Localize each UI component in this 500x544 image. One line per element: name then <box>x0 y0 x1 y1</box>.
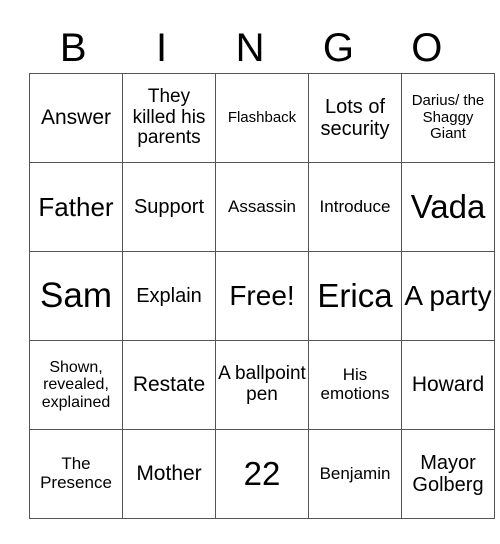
bingo-cell[interactable]: The Presence <box>29 429 123 519</box>
bingo-cell[interactable]: Introduce <box>308 162 402 252</box>
bingo-row: The Presence Mother 22 Benjamin Mayor Go… <box>29 429 495 519</box>
bingo-cell[interactable]: Support <box>122 162 216 252</box>
bingo-cell[interactable]: Flashback <box>215 73 309 163</box>
bingo-cell[interactable]: Darius/ the Shaggy Giant <box>401 73 495 163</box>
bingo-cell[interactable]: Benjamin <box>308 429 402 519</box>
header-letter-b: B <box>59 26 87 70</box>
bingo-card: Answer They killed his parents Flashback… <box>29 73 495 519</box>
header-letter-g: G <box>322 26 354 70</box>
bingo-cell[interactable]: Mother <box>122 429 216 519</box>
bingo-cell[interactable]: They killed his parents <box>122 73 216 163</box>
bingo-cell[interactable]: A ballpoint pen <box>215 340 309 430</box>
bingo-cell[interactable]: 22 <box>215 429 309 519</box>
bingo-cell[interactable]: Vada <box>401 162 495 252</box>
bingo-cell[interactable]: Mayor Golberg <box>401 429 495 519</box>
bingo-cell[interactable]: A party <box>401 251 495 341</box>
bingo-cell[interactable]: His emotions <box>308 340 402 430</box>
header-letter-o: O <box>411 26 443 70</box>
header-letter-i: I <box>156 26 168 70</box>
bingo-cell[interactable]: Erica <box>308 251 402 341</box>
bingo-cell[interactable]: Explain <box>122 251 216 341</box>
bingo-cell[interactable]: Howard <box>401 340 495 430</box>
bingo-cell[interactable]: Lots of security <box>308 73 402 163</box>
bingo-cell[interactable]: Sam <box>29 251 123 341</box>
bingo-header: B I N G O <box>29 24 471 72</box>
bingo-row: Sam Explain Free! Erica A party <box>29 251 495 341</box>
free-space-cell[interactable]: Free! <box>215 251 309 341</box>
bingo-cell[interactable]: Shown, revealed, explained <box>29 340 123 430</box>
bingo-row: Answer They killed his parents Flashback… <box>29 73 495 163</box>
bingo-row: Father Support Assassin Introduce Vada <box>29 162 495 252</box>
bingo-cell[interactable]: Restate <box>122 340 216 430</box>
bingo-cell[interactable]: Father <box>29 162 123 252</box>
bingo-row: Shown, revealed, explained Restate A bal… <box>29 340 495 430</box>
header-letter-n: N <box>235 26 265 70</box>
bingo-cell[interactable]: Assassin <box>215 162 309 252</box>
bingo-cell[interactable]: Answer <box>29 73 123 163</box>
